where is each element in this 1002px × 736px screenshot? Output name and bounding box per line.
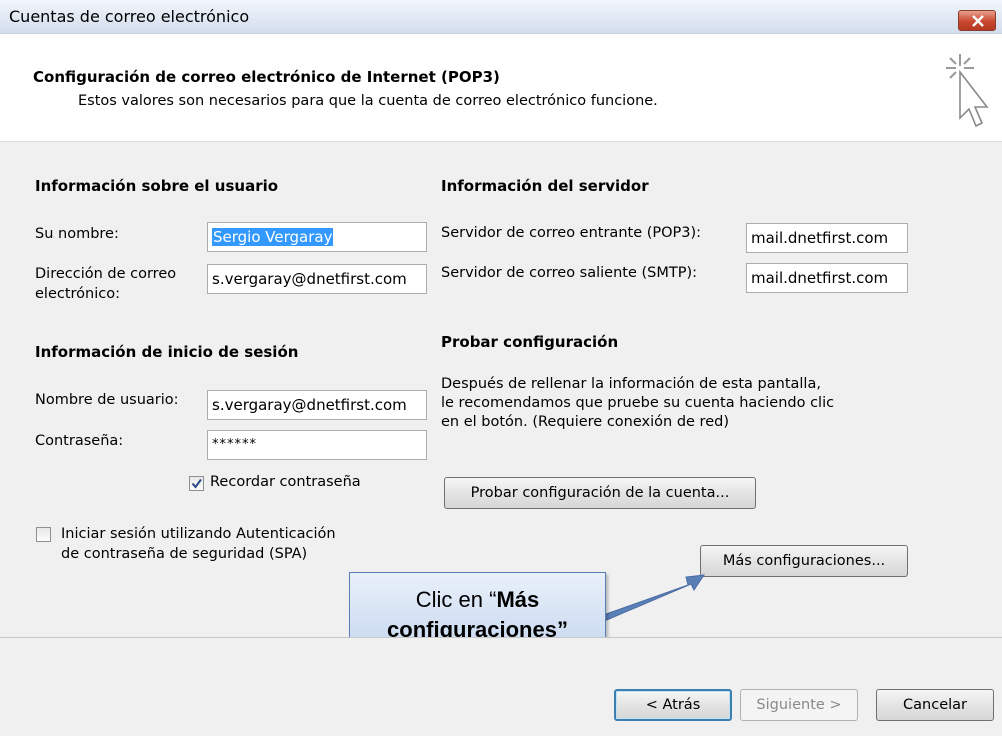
incoming-server-field[interactable]: mail.dnetfirst.com [746, 223, 908, 253]
callout-bold-1: Más [496, 587, 540, 612]
callout-line1: Clic en “Más [350, 585, 605, 615]
remember-password-checkbox[interactable] [189, 476, 204, 491]
next-button[interactable]: Siguiente > [740, 689, 858, 721]
header-panel [0, 34, 1002, 140]
callout-prefix: Clic en “ [415, 587, 497, 612]
test-account-button[interactable]: Probar configuración de la cuenta... [444, 477, 756, 509]
test-settings-heading: Probar configuración [441, 333, 619, 351]
page-subtitle: Estos valores son necesarios para que la… [78, 93, 658, 109]
email-label-line2: electrónico: [35, 286, 120, 302]
close-icon [972, 15, 984, 27]
spa-label-line1: Iniciar sesión utilizando Autenticación [61, 526, 336, 542]
test-desc-line3: en el botón. (Requiere conexión de red) [441, 414, 729, 430]
username-field[interactable]: s.vergaray@dnetfirst.com [207, 390, 427, 420]
footer-bar [0, 638, 1002, 736]
spa-label-line2: de contraseña de seguridad (SPA) [61, 546, 308, 562]
outgoing-server-field[interactable]: mail.dnetfirst.com [746, 263, 908, 293]
user-info-heading: Información sobre el usuario [35, 177, 279, 195]
page-title: Configuración de correo electrónico de I… [33, 68, 500, 86]
cancel-button[interactable]: Cancelar [876, 689, 994, 721]
incoming-server-label: Servidor de correo entrante (POP3): [441, 225, 702, 241]
password-field[interactable]: ****** [207, 430, 427, 460]
spa-checkbox[interactable] [36, 527, 51, 542]
username-label: Nombre de usuario: [35, 392, 179, 408]
name-label: Su nombre: [35, 226, 119, 242]
login-info-heading: Información de inicio de sesión [35, 343, 299, 361]
test-desc-line1: Después de rellenar la información de es… [441, 376, 821, 392]
password-label: Contraseña: [35, 433, 124, 449]
name-value: Sergio Vergaray [212, 228, 334, 246]
checkmark-icon [191, 478, 202, 489]
email-label-line1: Dirección de correo [35, 266, 177, 282]
email-field[interactable]: s.vergaray@dnetfirst.com [207, 264, 427, 294]
outgoing-server-label: Servidor de correo saliente (SMTP): [441, 265, 698, 281]
server-info-heading: Información del servidor [441, 177, 649, 195]
name-field[interactable]: Sergio Vergaray [207, 222, 427, 252]
more-settings-button[interactable]: Más configuraciones... [700, 545, 908, 577]
title-bar: Cuentas de correo electrónico [0, 0, 1002, 34]
back-button[interactable]: < Atrás [614, 689, 732, 721]
sparkle-cursor-icon [946, 54, 989, 128]
remember-password-label: Recordar contraseña [210, 474, 361, 490]
test-desc-line2: le recomendamos que pruebe su cuenta hac… [441, 395, 835, 411]
window-title: Cuentas de correo electrónico [9, 7, 250, 26]
close-button[interactable] [958, 10, 996, 31]
